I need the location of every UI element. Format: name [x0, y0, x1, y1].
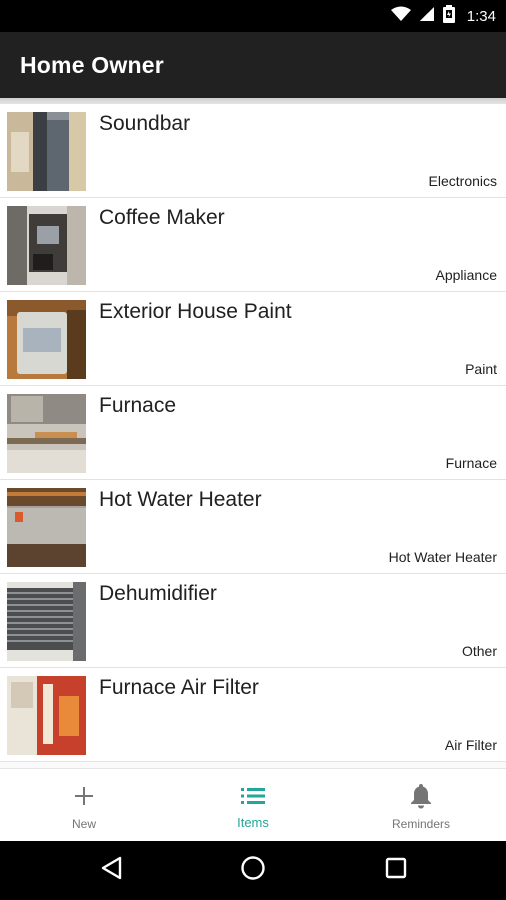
item-category: Furnace [445, 455, 497, 471]
item-category: Air Filter [444, 737, 497, 753]
furnace-photo [7, 394, 86, 473]
item-category: Appliance [435, 267, 498, 283]
list-icon [241, 783, 265, 809]
item-name: Dehumidifier [99, 582, 217, 605]
item-name: Soundbar [99, 112, 191, 135]
list-item[interactable]: Dehumidifier Other [0, 574, 506, 668]
soundbar-photo [7, 112, 86, 191]
tab-items-label: Items [237, 815, 269, 830]
dehumidifier-photo [7, 582, 86, 661]
recents-icon [385, 857, 407, 884]
list-item[interactable]: Soundbar Electronics [0, 104, 506, 198]
item-name: Exterior House Paint [99, 300, 292, 323]
wifi-icon [390, 6, 411, 27]
signal-icon [419, 6, 435, 27]
back-icon [101, 856, 123, 885]
bottom-navigation: New Items Reminders [0, 768, 506, 841]
bell-icon [410, 783, 432, 809]
list-item[interactable]: Exterior House Paint Paint [0, 292, 506, 386]
list-item[interactable]: Hot Water Heater Hot Water Heater [0, 480, 506, 574]
status-bar: 1:34 [0, 0, 506, 32]
list-item[interactable]: Coffee Maker Appliance [0, 198, 506, 292]
recents-button[interactable] [366, 841, 426, 900]
item-list[interactable]: Soundbar Electronics Coffee Maker Applia… [0, 104, 506, 768]
item-name: Furnace Air Filter [99, 676, 259, 699]
item-name: Hot Water Heater [99, 488, 262, 511]
back-button[interactable] [82, 841, 142, 900]
plus-icon [74, 783, 94, 809]
system-navigation-bar [0, 841, 506, 900]
status-time: 1:34 [466, 7, 496, 25]
coffee-maker-photo [7, 206, 86, 285]
paint-can-photo [7, 300, 86, 379]
app-bar: Home Owner [0, 32, 506, 98]
tab-new[interactable]: New [34, 769, 134, 842]
list-item[interactable]: Furnace Air Filter Air Filter [0, 668, 506, 762]
item-name: Furnace [99, 394, 177, 417]
battery-icon [442, 4, 455, 28]
item-category: Other [461, 643, 497, 659]
item-category: Paint [465, 361, 497, 377]
home-button[interactable] [223, 841, 283, 900]
item-name: Coffee Maker [99, 206, 225, 229]
water-heater-photo [7, 488, 86, 567]
tab-new-label: New [71, 817, 96, 831]
tab-reminders-label: Reminders [391, 817, 451, 831]
air-filter-photo [7, 676, 86, 755]
tab-reminders[interactable]: Reminders [371, 769, 471, 842]
tab-items[interactable]: Items [203, 769, 303, 842]
list-item[interactable]: Furnace Furnace [0, 386, 506, 480]
app-title: Home Owner [20, 52, 164, 78]
item-category: Electronics [428, 173, 497, 189]
item-category: Hot Water Heater [388, 549, 497, 565]
home-icon [240, 855, 266, 886]
